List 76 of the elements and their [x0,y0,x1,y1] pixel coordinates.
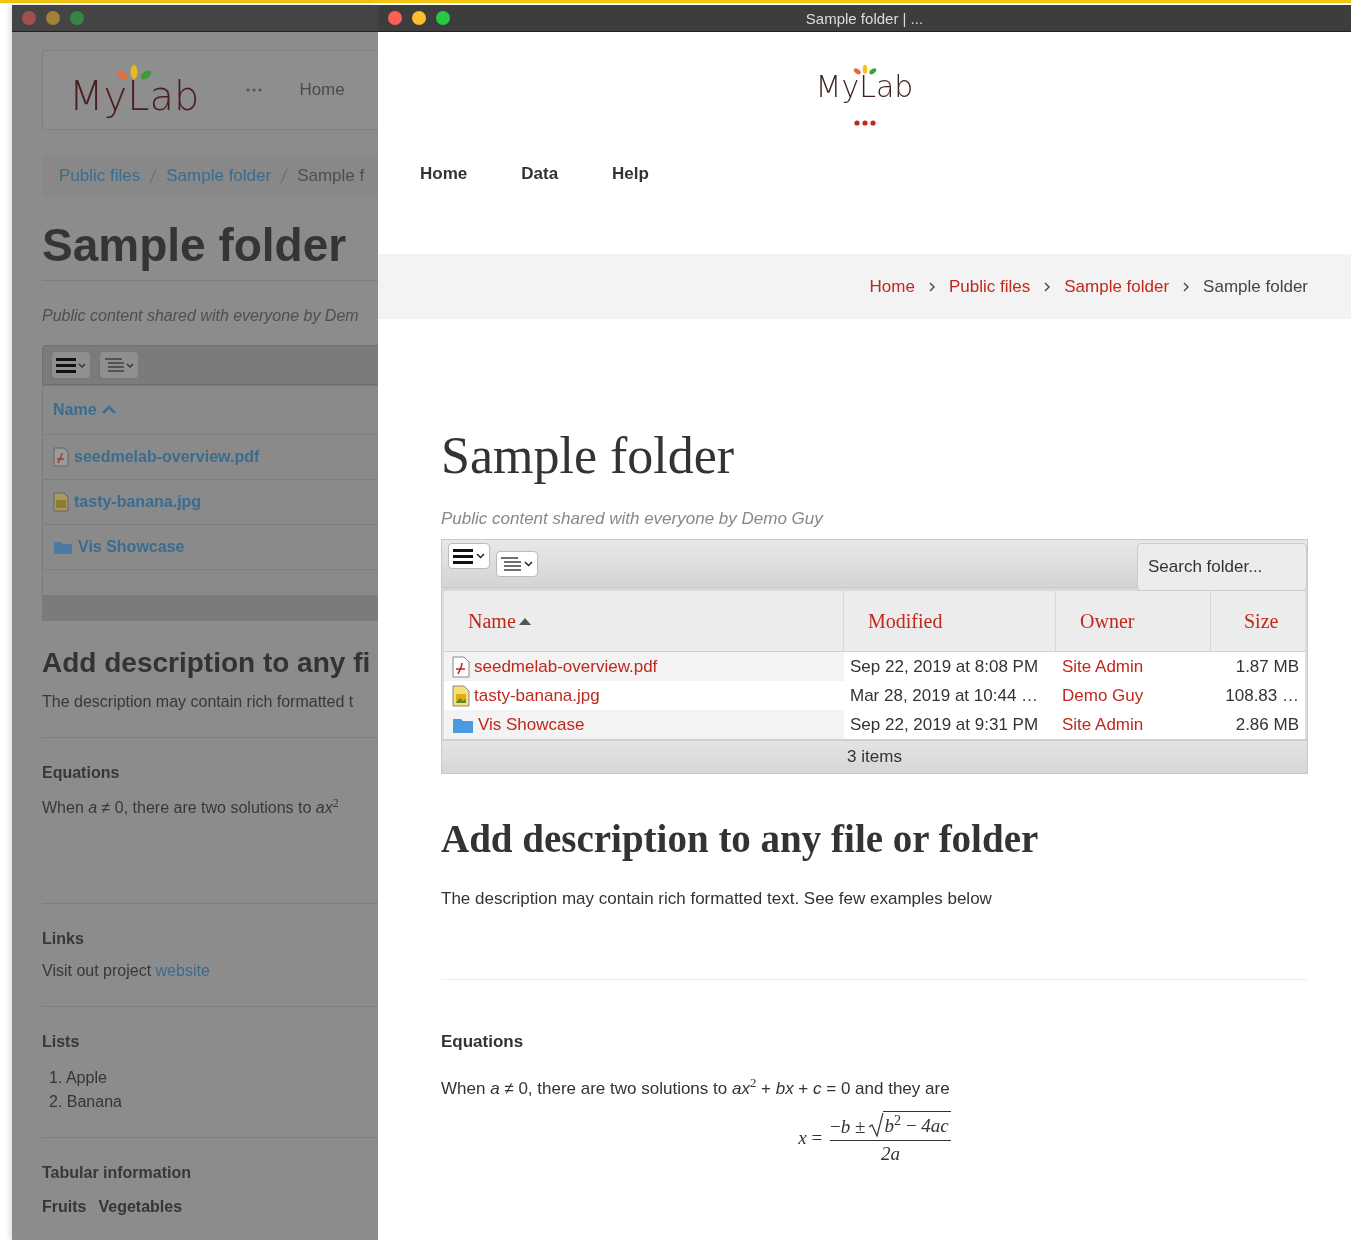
column-header[interactable]: Owner [1080,609,1135,633]
owner-link[interactable]: Demo Guy [1062,685,1144,706]
section-heading: Lists [42,1033,81,1052]
chevron-right-icon [1182,280,1191,293]
column-header[interactable]: Size [1244,609,1279,633]
table-cell-text: Sep 22, 2019 at 8:08 PM [849,655,1040,678]
page-title: Sample folder [441,426,736,486]
link-sentence: Visit out project website [42,962,211,981]
window-control-icon[interactable] [46,11,60,25]
breadcrumb-item: Sample f [297,166,365,186]
description-text: The description may contain rich formatted text. See few examples below [441,889,993,910]
separator-icon [279,168,290,184]
equation-text: When a ≠ 0, there are two solutions to ax$^{2}$ [42,796,340,818]
radicand-text: b$^{2}$ − 4ac [882,1111,951,1139]
owner-link[interactable]: Site Admin [1062,714,1144,735]
list-icon [102,355,136,375]
sort-up-icon[interactable] [517,616,532,627]
breadcrumb-item[interactable]: Home [869,276,915,297]
logo-text[interactable]: MyLab [69,76,200,116]
column-header[interactable]: Name [468,609,516,633]
leaves-icon [851,64,878,76]
more-icon[interactable] [853,120,876,126]
subtitle: Public content shared with everyone by Dem [42,307,360,325]
search-field[interactable]: Search folder... [1137,543,1307,592]
pdf-file-icon [452,655,470,678]
owner-link[interactable]: Site Admin [1062,656,1144,677]
window-control-icon[interactable] [412,11,426,25]
table-cell-text: Sep 22, 2019 at 9:31 PM [849,713,1040,736]
column-header: Fruits [42,1198,87,1217]
section-heading: Equations [42,764,121,782]
nav-link[interactable]: Home [420,164,468,184]
image-file-icon [452,684,470,707]
logo-text[interactable]: MyLab [815,72,914,102]
window-control-icon[interactable] [436,11,450,25]
item-count: 3 items [442,739,1307,774]
nav-link[interactable]: Home [299,80,345,100]
list-item: 2. Banana [48,1093,123,1112]
equation-text: When a ≠ 0, there are two solutions to ax$^{2}$ + bx + c = 0 and they are [441,1076,951,1100]
nav-link[interactable]: Data [521,164,559,184]
square-root-icon [867,1112,884,1139]
separator-icon [148,168,159,184]
window-control-icon[interactable] [388,11,402,25]
file-link[interactable]: Vis Showcase [478,714,585,735]
column-header: Vegetables [98,1198,183,1217]
section-heading: Tabular information [42,1164,193,1183]
pdf-file-icon [53,447,69,467]
description-text: The description may contain rich formatted t [42,693,355,711]
list-view-button[interactable] [448,543,490,570]
breadcrumb-item[interactable]: Sample folder [1064,276,1170,297]
list-view-button[interactable] [51,351,91,379]
details-view-button[interactable] [496,551,538,578]
section-heading: Links [42,930,85,949]
breadcrumb-item[interactable]: Public files [948,276,1031,297]
image-file-icon [53,492,69,512]
formula-text: x = [798,1127,823,1150]
menu-icon [54,355,88,375]
numerator-text: −b ± [830,1116,866,1139]
section-heading: Equations [441,1032,525,1053]
table-cell-text: Mar 28, 2019 at 10:44 … [849,684,1040,707]
table-cell-text: 108.83 … [1224,684,1300,707]
section-heading: Add description to any file or folder [441,816,1040,862]
breadcrumb-item: Sample folder [1203,276,1308,297]
list-item: 1. Apple [48,1069,108,1088]
window-title: Sample folder | ... [805,9,924,27]
menu-icon [450,546,488,567]
folder-icon [53,539,73,555]
file-link[interactable]: tasty-banana.jpg [474,685,600,706]
denominator-text: 2a [880,1143,900,1166]
table-cell-text: 1.87 MB [1234,655,1300,678]
table-cell-text: 2.86 MB [1234,713,1300,736]
column-header[interactable]: Modified [868,609,943,633]
subtitle: Public content shared with everyone by Demo Guy [441,509,825,530]
chevron-right-icon [927,280,936,293]
section-heading: Add description to any fi [42,647,372,679]
chevron-right-icon [1043,280,1052,293]
nav-link[interactable]: Help [612,164,649,184]
